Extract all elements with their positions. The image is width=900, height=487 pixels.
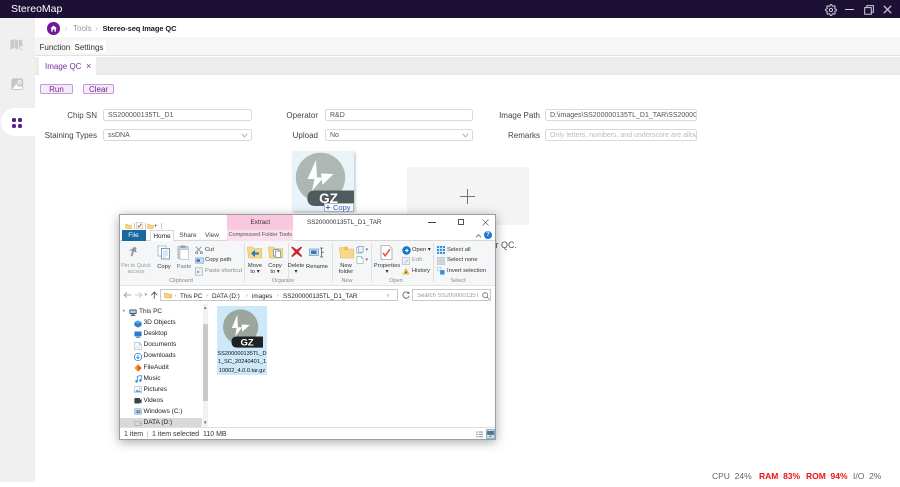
svg-text:GZ: GZ bbox=[241, 337, 254, 348]
